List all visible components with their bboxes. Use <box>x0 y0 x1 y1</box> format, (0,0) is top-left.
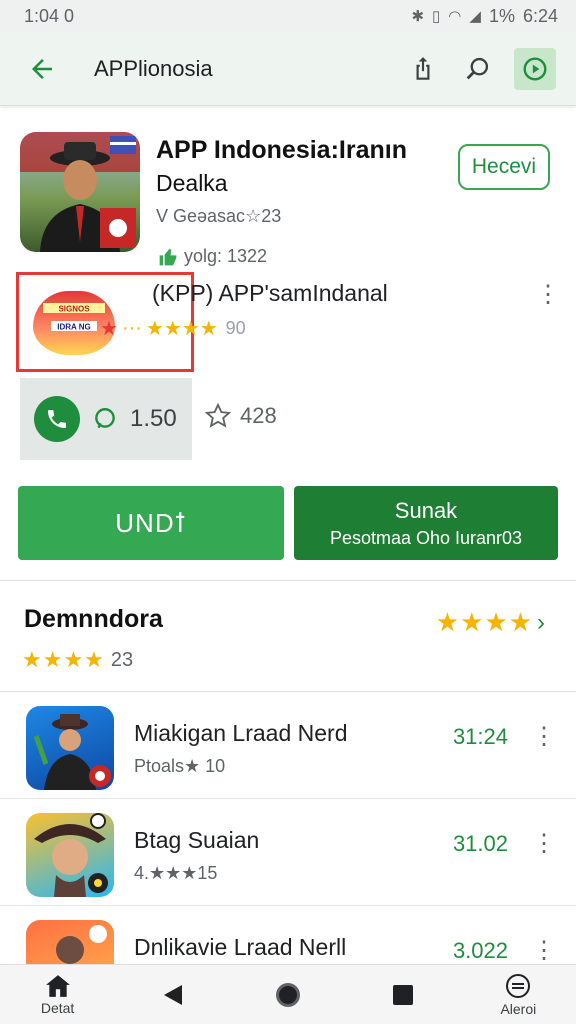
app-icon-image <box>20 132 140 252</box>
status-time: 1:04 0 <box>24 6 74 27</box>
action-buttons: UNDꝉ Sunak Pesotmaa Oho Iuranr03 <box>0 486 576 560</box>
nav-alerts[interactable]: Aleroi <box>478 965 558 1025</box>
featured-title: (KPP) APP'samIndanal <box>152 280 388 307</box>
featured-rating-value: 90 <box>226 318 246 339</box>
section-header: Demnndora ★★★★ › ★★★★ 23 <box>0 581 576 691</box>
nav-circle[interactable] <box>248 965 328 1025</box>
home-icon <box>45 974 71 998</box>
secondary-button-sublabel: Pesotmaa Oho Iuranr03 <box>330 528 522 549</box>
featured-rating: ★ ··· ★★★★ 90 <box>100 316 246 341</box>
chat-icon <box>92 406 118 432</box>
section-stars: ★★★★ <box>22 647 105 673</box>
list-item[interactable]: Btag Suaian 4.★★★15 31.02 ⋮ <box>0 798 576 905</box>
app-icon[interactable] <box>20 132 140 252</box>
alert-circle-icon <box>505 973 531 999</box>
bluetooth-icon: ✱ <box>411 7 424 25</box>
app-rating-label: yolg: 1322 <box>184 246 267 267</box>
app-title-line2: Dealka <box>156 170 228 197</box>
status-icons: ✱ ▯ ◠ ◢ 1% 6:24 <box>411 6 558 27</box>
square-recents-icon <box>392 984 414 1006</box>
list-item-value: 31:24 <box>453 724 508 750</box>
app-rating: yolg: 1322 <box>158 246 267 267</box>
secondary-button-label: Sunak <box>395 498 457 524</box>
play-circle-icon <box>522 56 548 82</box>
share-icon <box>410 55 436 83</box>
app-bar: APPlionosia <box>0 32 576 106</box>
thumbs-up-icon <box>158 247 178 267</box>
app-title: APP Indonesia:Iranın <box>156 136 407 165</box>
status-clock: 6:24 <box>523 6 558 27</box>
battery-percent: 1% <box>489 6 515 27</box>
back-button[interactable] <box>20 47 64 91</box>
list-item[interactable]: Miakigan Lraad Nerd Ptoals★ 10 31:24 ⋮ <box>0 691 576 798</box>
stats-card[interactable]: 1.50 <box>20 378 192 460</box>
section-see-more[interactable]: ★★★★ › <box>436 607 546 638</box>
list-item-icon <box>26 813 114 897</box>
search-button[interactable] <box>450 47 504 91</box>
list-item-more-button[interactable]: ⋮ <box>532 722 556 751</box>
search-icon <box>463 55 491 83</box>
list-item-subtitle: Ptoals★ 10 <box>134 756 225 777</box>
arrow-back-icon <box>27 54 57 84</box>
list-item-value: 31.02 <box>453 831 508 857</box>
play-button[interactable] <box>514 48 556 90</box>
list-item-title: Btag Suaian <box>134 827 259 854</box>
app-bar-title: APPlionosia <box>94 56 396 82</box>
nav-home[interactable]: Detat <box>18 965 98 1025</box>
section-rating: ★★★★ 23 <box>22 647 133 673</box>
list-item-value: 3.022 <box>453 938 508 964</box>
list-item-title: Dnlikavie Lraad Nerll <box>134 934 346 961</box>
circle-home-icon <box>274 981 302 1009</box>
phone-icon <box>34 396 80 442</box>
app-developer: V Geəasac☆23 <box>156 206 281 227</box>
featured-app-row[interactable]: SIGNOS IDRA NG (KPP) APP'samIndanal ★ ··… <box>0 266 576 376</box>
triangle-back-icon <box>162 983 184 1007</box>
stars-icon: ★★★★ <box>146 316 218 341</box>
app-header: APP Indonesia:Iranın Dealka V Geəasac☆23… <box>0 106 576 266</box>
list-item-more-button[interactable]: ⋮ <box>532 936 556 965</box>
action-button[interactable]: Hecevi <box>458 144 550 190</box>
list-item-title: Miakigan Lraad Nerd <box>134 720 348 747</box>
nav-home-label: Detat <box>41 1000 74 1016</box>
star-stat: 428 <box>204 402 277 430</box>
svg-text:SIGNOS: SIGNOS <box>58 305 90 314</box>
section-title: Demnndora <box>24 605 163 634</box>
dots-icon: ··· <box>122 317 142 340</box>
star-stat-value: 428 <box>240 403 277 429</box>
stat-value: 1.50 <box>130 405 177 433</box>
section-rating-value: 23 <box>111 649 133 672</box>
vibrate-icon: ▯ <box>432 7 440 25</box>
stars-icon: ★★★★ <box>436 607 533 638</box>
nav-alerts-label: Aleroi <box>500 1001 536 1017</box>
nav-recents[interactable] <box>363 965 443 1025</box>
share-button[interactable] <box>396 47 450 91</box>
secondary-button[interactable]: Sunak Pesotmaa Oho Iuranr03 <box>294 486 558 560</box>
nav-back[interactable] <box>133 965 213 1025</box>
svg-text:IDRA NG: IDRA NG <box>57 323 90 332</box>
install-button[interactable]: UNDꝉ <box>18 486 284 560</box>
stats-row: 1.50 428 <box>0 376 576 486</box>
wifi-icon: ◠ <box>448 7 461 25</box>
list-item-subtitle: 4.★★★15 <box>134 863 217 884</box>
list-item-more-button[interactable]: ⋮ <box>532 829 556 858</box>
chevron-right-icon: › <box>537 609 546 637</box>
signal-icon: ◢ <box>469 7 481 25</box>
featured-more-button[interactable]: ⋮ <box>538 280 558 310</box>
star-outline-icon <box>204 402 232 430</box>
list-item-icon <box>26 706 114 790</box>
status-bar: 1:04 0 ✱ ▯ ◠ ◢ 1% 6:24 <box>0 0 576 32</box>
star-icon: ★ <box>100 316 118 341</box>
bottom-navigation: Detat Aleroi <box>0 964 576 1024</box>
